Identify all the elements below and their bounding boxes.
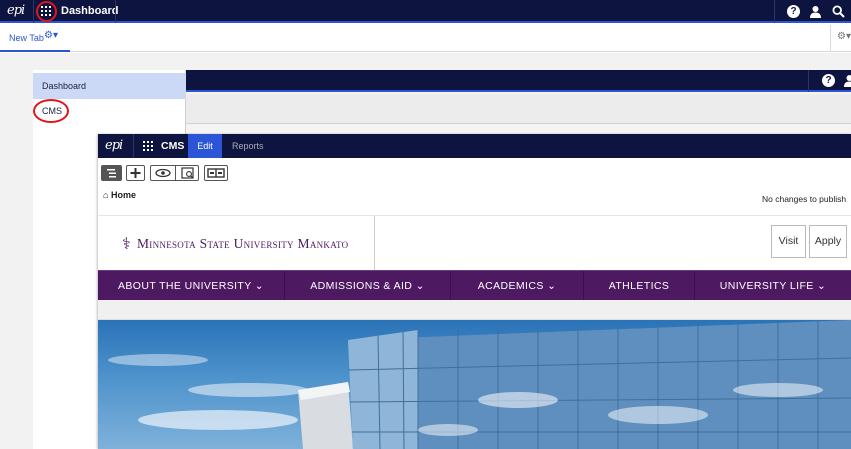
divider: [33, 0, 34, 23]
active-tab-indicator: [0, 50, 70, 52]
global-navbar: epi Dashboard ?: [0, 0, 851, 23]
compare-button[interactable]: [204, 165, 228, 181]
hero-image: [98, 320, 851, 449]
nav-label: ATHLETICS: [608, 280, 670, 292]
tab-settings-gear-icon[interactable]: ⚙▾: [44, 30, 58, 41]
annotation-circle: [36, 1, 57, 22]
nested-global-navbar: ?: [186, 70, 851, 92]
epi-logo[interactable]: epi: [105, 138, 123, 153]
page-title: Dashboard: [61, 5, 119, 17]
dashboard-tab-strip: New Tab ⚙▾ ⚙▾: [0, 25, 851, 52]
nav-admissions-and-aid[interactable]: ADMISSIONS & AID ⌄: [285, 271, 450, 301]
compare-icon: [207, 168, 225, 178]
annotation-circle: [33, 99, 69, 123]
user-icon[interactable]: [809, 5, 822, 18]
divider: [830, 25, 831, 52]
cms-navbar: epi CMS Edit Reports: [98, 134, 851, 158]
tree-icon: [107, 169, 116, 178]
apply-button[interactable]: Apply: [809, 225, 847, 258]
nav-athletics[interactable]: ATHLETICS: [584, 271, 694, 301]
help-icon[interactable]: ?: [787, 5, 800, 18]
chevron-down-icon: ⌄: [415, 280, 425, 292]
visit-button[interactable]: Visit: [771, 225, 806, 258]
divider: [808, 70, 809, 92]
eye-icon[interactable]: [153, 166, 173, 180]
chevron-down-icon: ⌄: [547, 280, 557, 292]
apply-label: Apply: [814, 235, 842, 247]
nav-about-the-university[interactable]: ABOUT THE UNIVERSITY ⌄: [98, 271, 284, 301]
tab-edit[interactable]: Edit: [188, 134, 222, 158]
preview-icon[interactable]: [178, 166, 198, 180]
cms-window: epi CMS Edit Reports ⌂ Home No changes t…: [98, 134, 851, 449]
tab-reports[interactable]: Reports: [232, 141, 264, 151]
menu-item-label: Dashboard: [42, 81, 87, 91]
chevron-down-icon: ⌄: [817, 280, 827, 292]
divider: [175, 166, 176, 180]
site-header: ⚕ Minnesota State University Mankato Vis…: [98, 215, 851, 271]
site-main-nav: ABOUT THE UNIVERSITY ⌄ ADMISSIONS & AID …: [98, 270, 851, 301]
add-content-button[interactable]: [126, 165, 145, 181]
nav-label: ACADEMICS: [477, 280, 544, 292]
menu-item-dashboard[interactable]: Dashboard: [33, 73, 186, 99]
divider: [115, 0, 116, 23]
user-icon[interactable]: [843, 74, 851, 87]
site-subnav-bar: [98, 300, 851, 320]
breadcrumb[interactable]: ⌂ Home: [103, 190, 136, 200]
cms-title: CMS: [161, 140, 185, 152]
tab-label: Edit: [197, 141, 213, 151]
nav-label: ABOUT THE UNIVERSITY: [118, 280, 252, 292]
university-crest-icon: ⚕: [122, 236, 131, 253]
nested-tab-strip: [186, 94, 851, 124]
app-switcher-button[interactable]: [143, 141, 153, 151]
visit-label: Visit: [778, 235, 799, 247]
divider: [133, 134, 134, 158]
settings-gear-icon[interactable]: ⚙▾: [837, 31, 851, 42]
nav-label: UNIVERSITY LIFE: [719, 280, 814, 292]
divider: [374, 216, 375, 271]
home-icon: ⌂: [103, 190, 109, 200]
plus-icon: [130, 168, 141, 178]
epi-logo[interactable]: epi: [7, 3, 25, 18]
nav-label: ADMISSIONS & AID: [310, 280, 413, 292]
breadcrumb-home: Home: [110, 190, 136, 200]
grid-icon: [143, 141, 153, 151]
search-icon[interactable]: [832, 5, 845, 18]
publish-status: No changes to publish: [762, 194, 847, 204]
site-logo-text[interactable]: Minnesota State University Mankato: [137, 236, 348, 252]
help-icon[interactable]: ?: [822, 74, 835, 87]
building-photo: [108, 320, 851, 449]
nav-university-life[interactable]: UNIVERSITY LIFE ⌄: [695, 271, 851, 301]
tab-new-tab[interactable]: New Tab: [9, 33, 44, 43]
view-options-group: [150, 165, 199, 181]
divider: [774, 0, 775, 23]
nav-academics[interactable]: ACADEMICS ⌄: [451, 271, 583, 301]
navigation-pane-toggle-button[interactable]: [101, 165, 122, 181]
chevron-down-icon: ⌄: [254, 280, 264, 292]
